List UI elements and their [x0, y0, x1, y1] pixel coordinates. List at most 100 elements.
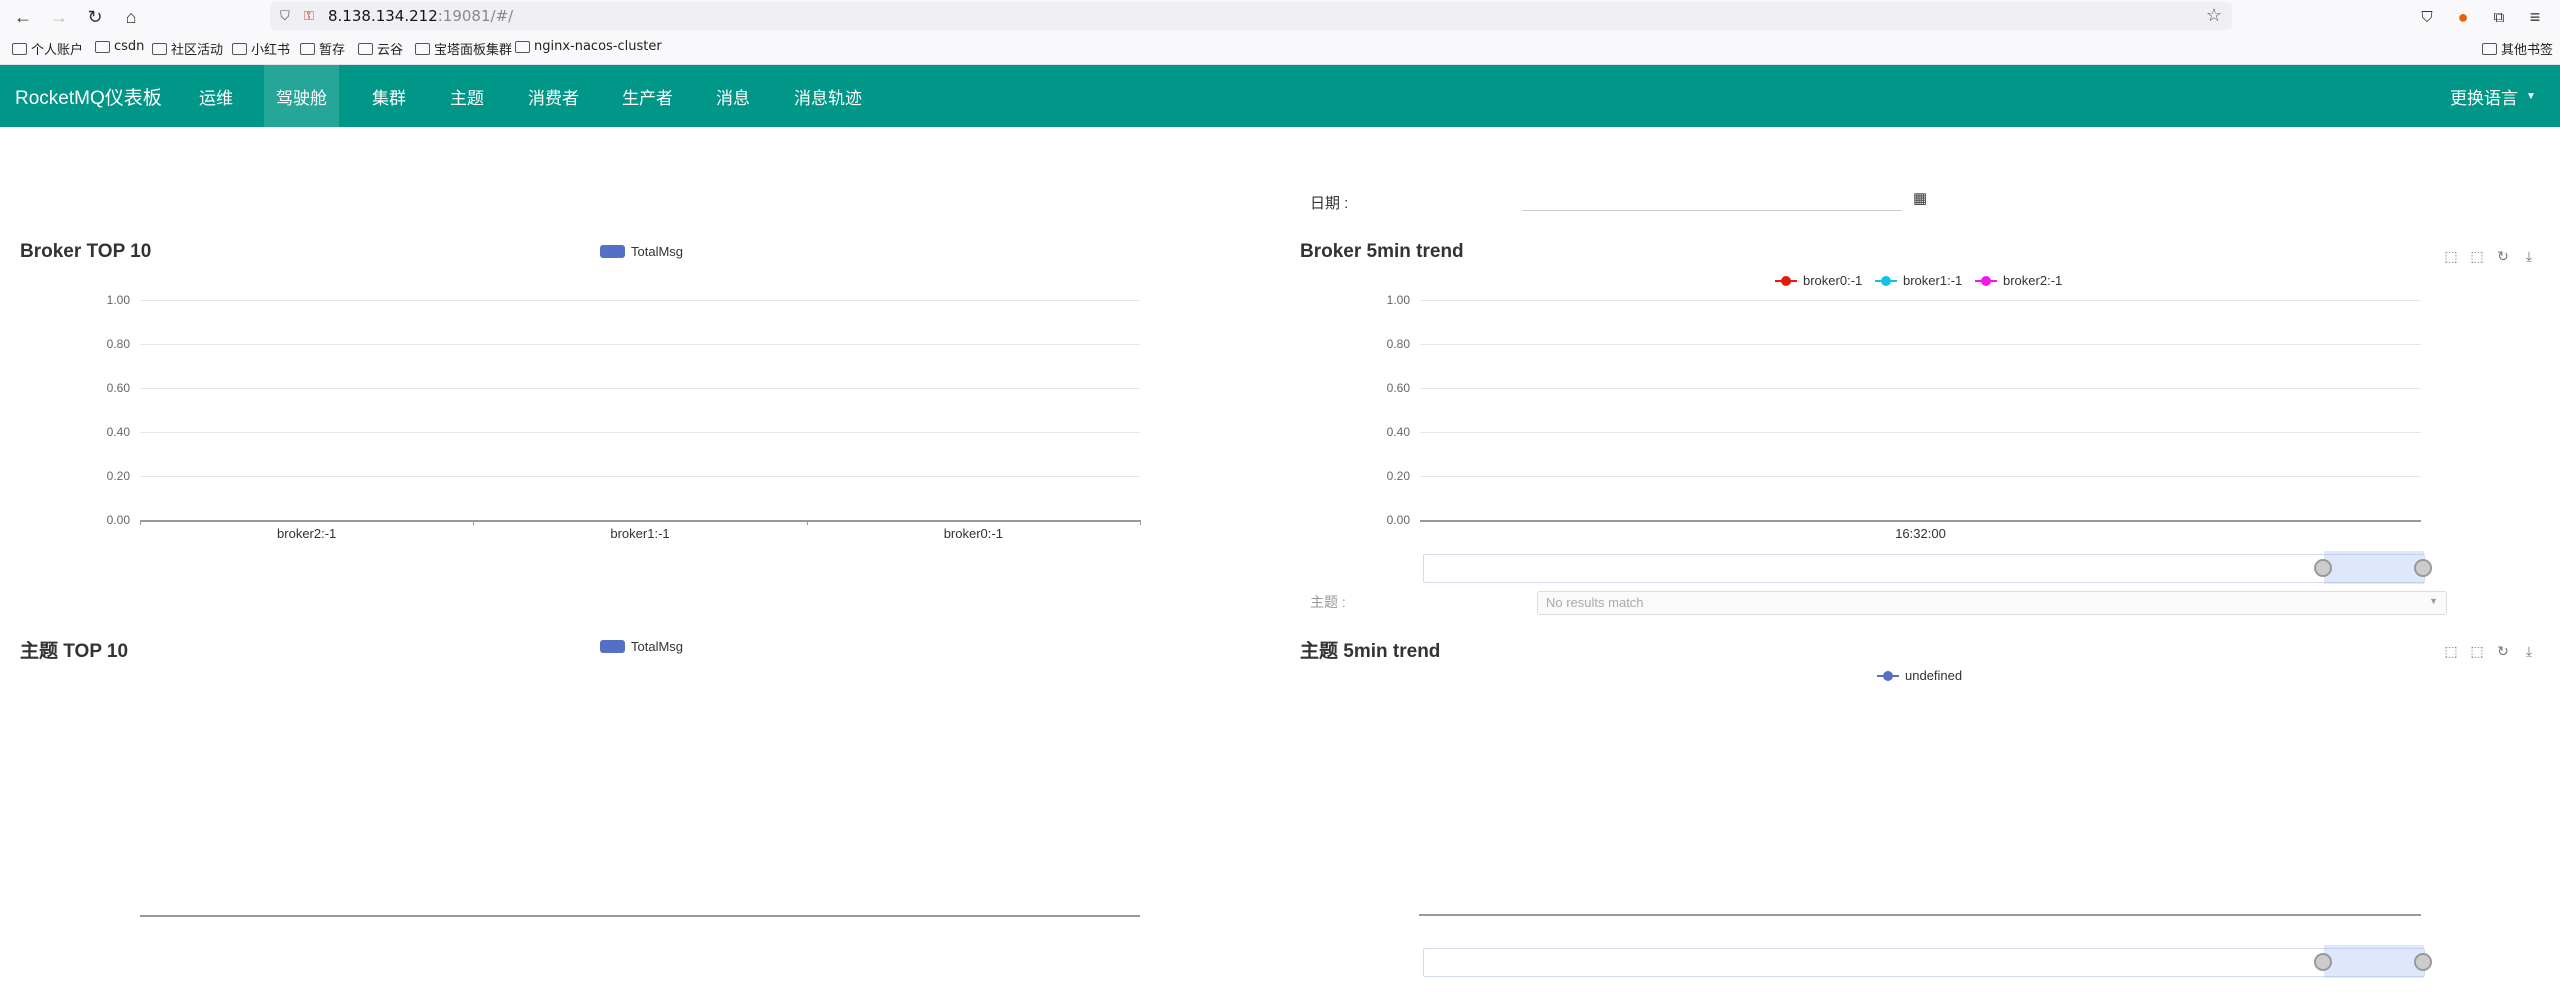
bookmark-item[interactable]: 小红书 — [232, 39, 290, 58]
topic-select[interactable]: No results match ▼ — [1537, 591, 2447, 615]
grid-line — [140, 344, 1140, 345]
x-tick — [140, 520, 141, 525]
broker-top10-legend[interactable]: TotalMsg — [600, 244, 683, 259]
forward-icon[interactable]: → — [46, 4, 72, 30]
pocket-icon[interactable]: ⛉ — [2414, 4, 2440, 30]
bookmark-item[interactable]: 宝塔面板集群 — [415, 39, 512, 58]
grid-line — [1420, 388, 2421, 389]
topic-top10-legend[interactable]: TotalMsg — [600, 639, 683, 654]
address-bar[interactable]: ⛉ ⚿ 8.138.134.212:19081/#/ ☆ — [270, 2, 2232, 30]
y-tick-label: 0.20 — [1386, 469, 1410, 483]
restore-icon[interactable]: ↻ — [2495, 643, 2511, 659]
datazoom-right-handle[interactable] — [2414, 953, 2432, 971]
folder-icon — [232, 42, 247, 55]
datazoom-left-handle[interactable] — [2314, 559, 2332, 577]
insecure-lock-icon: ⚿ — [304, 8, 314, 23]
bookmark-item[interactable]: 云谷 — [358, 39, 403, 58]
x-axis — [1420, 520, 2421, 522]
back-icon[interactable]: ← — [10, 4, 36, 30]
y-tick-label: 0.80 — [106, 337, 130, 351]
zoom-reset-icon[interactable]: ⬚ — [2469, 248, 2485, 264]
bookmark-label: 个人账户 — [31, 43, 84, 58]
y-tick-label: 1.00 — [106, 293, 130, 307]
zoom-icon[interactable]: ⬚ — [2443, 248, 2459, 264]
x-tick — [1140, 520, 1141, 525]
topic-trend-datazoom[interactable] — [1423, 945, 2432, 978]
y-tick-label: 0.20 — [106, 469, 130, 483]
zoom-reset-icon[interactable]: ⬚ — [2469, 643, 2485, 659]
star-icon[interactable]: ☆ — [2206, 5, 2222, 26]
grid-line — [140, 476, 1140, 477]
date-label: 日期 : — [1310, 195, 1349, 212]
datazoom-window — [2324, 551, 2424, 584]
caret-down-icon: ▼ — [2526, 90, 2536, 102]
download-icon[interactable]: ⤓ — [2521, 248, 2537, 264]
broker-trend-datazoom[interactable] — [1423, 551, 2432, 584]
brand[interactable]: RocketMQ仪表板 — [15, 65, 162, 127]
y-tick-label: 0.60 — [1386, 381, 1410, 395]
nav-item-0[interactable]: 运维 — [199, 65, 233, 127]
download-icon[interactable]: ⤓ — [2521, 643, 2537, 659]
x-tick-label: 16:32:00 — [1895, 526, 1946, 541]
nav-item-7[interactable]: 消息轨迹 — [794, 65, 862, 127]
bookmark-item[interactable]: 社区活动 — [152, 39, 223, 58]
folder-icon — [2482, 42, 2497, 55]
bookmark-label: 小红书 — [251, 43, 291, 58]
y-tick-label: 0.00 — [1386, 513, 1410, 527]
restore-icon[interactable]: ↻ — [2495, 248, 2511, 264]
datazoom-window — [2324, 945, 2424, 978]
x-tick-label: broker0:-1 — [943, 526, 1003, 541]
bookmark-item[interactable]: 个人账户 — [12, 39, 83, 58]
datazoom-right-handle[interactable] — [2414, 559, 2432, 577]
y-tick-label: 0.00 — [106, 513, 130, 527]
reload-icon[interactable]: ↻ — [82, 4, 108, 30]
topic-select-placeholder: No results match — [1546, 595, 1644, 610]
y-tick-label: 0.40 — [1386, 425, 1410, 439]
grid-line — [140, 300, 1140, 301]
topic-trend-legend[interactable]: undefined — [1877, 668, 1962, 683]
topic-trend-title: 主题 5min trend — [1300, 641, 1441, 662]
home-icon[interactable]: ⌂ — [118, 4, 144, 30]
broker-trend-title: Broker 5min trend — [1300, 241, 1464, 262]
legend-swatch — [600, 640, 625, 653]
grid-line — [140, 388, 1140, 389]
nav-item-1[interactable]: 驾驶舱 — [264, 65, 339, 127]
topic-label: 主题 : — [1310, 594, 1346, 610]
zoom-icon[interactable]: ⬚ — [2443, 643, 2459, 659]
menu-icon[interactable]: ≡ — [2522, 4, 2548, 30]
nav-item-2[interactable]: 集群 — [372, 65, 406, 127]
topic-top10-title: 主题 TOP 10 — [20, 641, 129, 662]
extensions-icon[interactable]: ⧉ — [2486, 4, 2512, 30]
nav-item-6[interactable]: 消息 — [716, 65, 750, 127]
x-tick-label: broker1:-1 — [610, 526, 670, 541]
folder-icon — [300, 42, 315, 55]
other-bookmarks[interactable]: 其他书签 — [2482, 39, 2553, 58]
url-text: 8.138.134.212:19081/#/ — [328, 7, 514, 25]
x-axis — [140, 520, 1140, 522]
folder-icon — [515, 40, 530, 53]
nav-item-3[interactable]: 主题 — [450, 65, 484, 127]
bookmark-item[interactable]: 暂存 — [300, 39, 345, 58]
grid-line — [140, 432, 1140, 433]
nav-item-4[interactable]: 消费者 — [528, 65, 579, 127]
bookmark-item[interactable]: nginx-nacos-cluster — [515, 39, 662, 54]
bookmark-label: nginx-nacos-cluster — [534, 39, 662, 54]
bookmark-label: csdn — [114, 39, 145, 54]
nav-item-5[interactable]: 生产者 — [622, 65, 673, 127]
calendar-icon[interactable]: ▦ — [1913, 189, 1927, 207]
profile-icon[interactable]: ● — [2450, 4, 2476, 30]
bookmark-label: 宝塔面板集群 — [434, 43, 513, 58]
x-tick-label: broker2:-1 — [277, 526, 337, 541]
bookmark-label: 社区活动 — [171, 43, 224, 58]
bookmark-item[interactable]: csdn — [95, 39, 144, 54]
datazoom-left-handle[interactable] — [2314, 953, 2332, 971]
x-tick — [806, 520, 808, 525]
y-tick-label: 0.60 — [106, 381, 130, 395]
broker-top10-chart: 1.00 0.80 0.60 0.40 0.20 0.00 broker2:-1 broker… — [0, 280, 1200, 550]
grid-line — [1420, 300, 2421, 301]
folder-icon — [415, 42, 430, 55]
bookmark-label: 云谷 — [377, 43, 404, 58]
language-dropdown[interactable]: 更换语言 ▼ — [2450, 65, 2536, 127]
date-input[interactable] — [1522, 210, 1902, 211]
broker-trend-chart: 1.00 0.80 0.60 0.40 0.20 0.00 16:32:00 — [1280, 280, 2560, 550]
